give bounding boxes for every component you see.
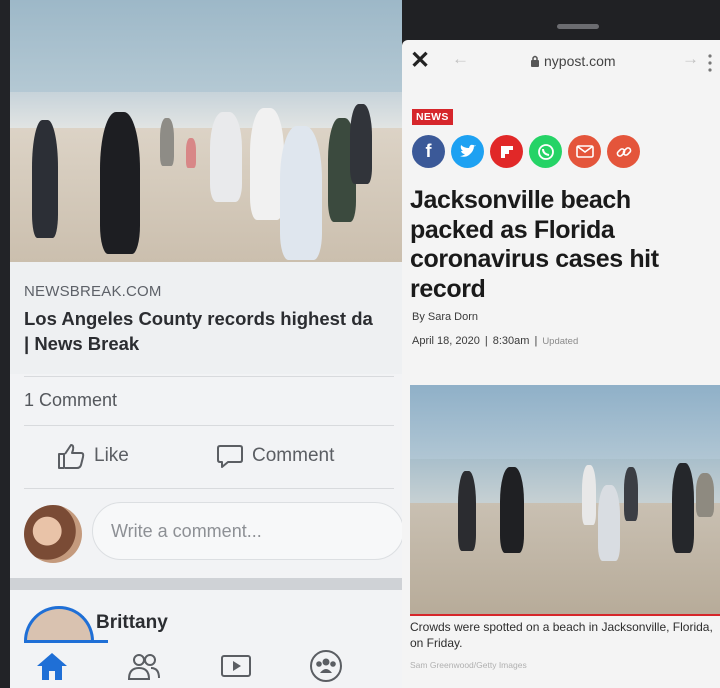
link-source: NEWSBREAK.COM: [24, 283, 162, 300]
back-arrow-icon[interactable]: ←: [452, 49, 469, 69]
email-share-button[interactable]: [568, 135, 601, 168]
updated-label: Updated: [542, 335, 579, 347]
publish-date: April 18, 2020: [412, 335, 480, 347]
divider: [24, 488, 394, 489]
tab-groups[interactable]: [306, 648, 346, 684]
like-button[interactable]: Like: [56, 442, 129, 470]
twitter-icon: [459, 144, 476, 157]
facebook-post-screen: NEWSBREAK.COM Los Angeles County records…: [10, 0, 402, 688]
byline[interactable]: By Sara Dorn: [412, 311, 478, 323]
tab-friends[interactable]: [124, 648, 164, 684]
like-label: Like: [94, 445, 129, 466]
tab-watch[interactable]: [216, 648, 256, 684]
browser-view: ✕ ← nypost.com → NEWS f Jacksonville bea…: [402, 40, 720, 688]
flipboard-share-button[interactable]: [490, 135, 523, 168]
active-tab-indicator: [24, 640, 108, 643]
share-buttons: f: [412, 135, 640, 168]
home-icon: [37, 653, 67, 680]
photo-credit: Sam Greenwood/Getty Images: [410, 660, 527, 670]
separator: |: [484, 335, 488, 347]
facebook-icon: f: [425, 141, 432, 161]
divider: [24, 376, 394, 377]
headline-line-1: Los Angeles County records highest da: [24, 308, 373, 329]
photo-of-two-phones: NEWSBREAK.COM Los Angeles County records…: [0, 0, 720, 688]
copy-link-button[interactable]: [607, 135, 640, 168]
twitter-share-button[interactable]: [451, 135, 484, 168]
publish-time: 8:30am: [492, 335, 530, 347]
friends-icon: [127, 654, 160, 680]
article-photo[interactable]: [410, 385, 720, 615]
commenter-name[interactable]: Brittany: [96, 612, 168, 634]
flipboard-icon: [500, 145, 513, 158]
caption-divider: [410, 614, 720, 616]
facebook-share-button[interactable]: f: [412, 135, 445, 168]
forward-arrow-icon[interactable]: →: [682, 49, 699, 69]
more-options-icon[interactable]: [708, 54, 712, 72]
url-bar[interactable]: nypost.com: [530, 53, 616, 69]
dateline: April 18, 2020 | 8:30am | Updated: [412, 335, 578, 347]
story-avatar[interactable]: [24, 606, 94, 642]
drag-handle[interactable]: [557, 24, 599, 29]
comment-input[interactable]: Write a comment...: [92, 502, 402, 560]
nypost-article-screen: ✕ ← nypost.com → NEWS f Jacksonville bea…: [402, 0, 720, 688]
close-icon[interactable]: ✕: [410, 46, 430, 75]
whatsapp-share-button[interactable]: [529, 135, 562, 168]
link-headline[interactable]: Los Angeles County records highest da | …: [24, 306, 399, 356]
avatar[interactable]: [24, 505, 82, 563]
article-title: Jacksonville beach packed as Florida cor…: [410, 186, 659, 303]
url-domain: nypost.com: [544, 53, 616, 69]
lock-icon: [531, 55, 539, 67]
section-divider: [10, 578, 402, 590]
tab-home[interactable]: [32, 648, 72, 684]
whatsapp-icon: [537, 143, 554, 160]
separator: |: [534, 335, 538, 347]
headline-line-2: | News Break: [24, 333, 140, 354]
beach-photo[interactable]: [10, 0, 402, 262]
comment-count[interactable]: 1 Comment: [24, 390, 117, 411]
browser-toolbar: ✕ ← nypost.com →: [402, 40, 720, 84]
email-icon: [575, 145, 594, 158]
section-tag[interactable]: NEWS: [412, 109, 453, 125]
groups-icon: [310, 650, 342, 682]
comment-button[interactable]: Comment: [216, 442, 334, 470]
photo-caption: Crowds were spotted on a beach in Jackso…: [410, 620, 713, 650]
video-play-icon: [221, 655, 251, 677]
divider: [24, 425, 394, 426]
thumbs-up-icon: [58, 444, 85, 469]
link-icon: [616, 146, 631, 157]
speech-bubble-icon: [217, 445, 243, 468]
comment-label: Comment: [252, 445, 335, 466]
